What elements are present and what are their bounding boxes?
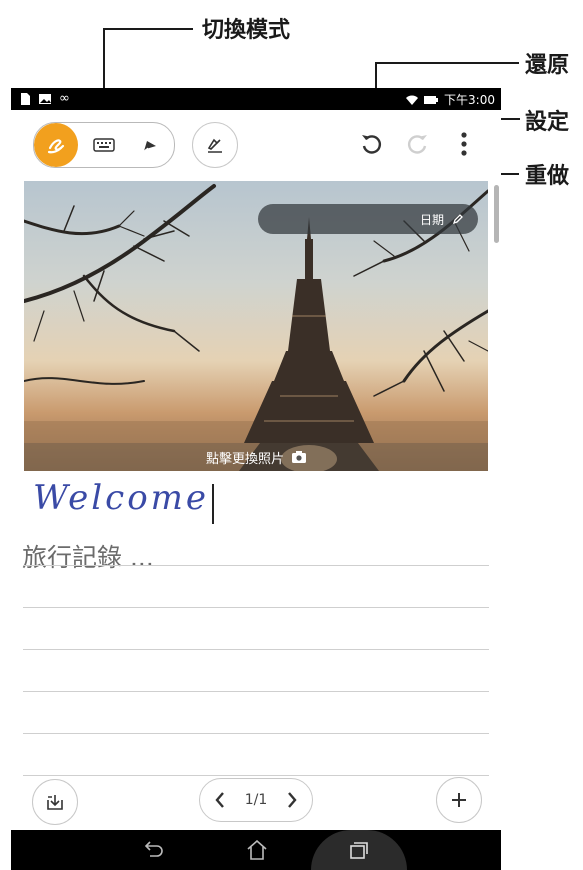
keyboard-icon — [93, 138, 115, 152]
date-label: 日期 — [419, 212, 444, 227]
device-screen: ∞ 下午3:00 日期 點擊更換照片 Welcome 旅行記錄 ... 1/1 — [11, 88, 501, 870]
infinity-icon: ∞ — [59, 91, 70, 106]
settings-callout: 設定 — [525, 110, 570, 135]
pen-icon — [143, 141, 156, 152]
keyboard-mode-button[interactable] — [82, 123, 126, 167]
page-navigator: 1/1 — [199, 778, 313, 822]
status-time: 下午3:00 — [444, 93, 495, 107]
camera-icon — [292, 451, 306, 463]
back-icon — [144, 841, 163, 857]
change-photo-label: 點擊更換照片 — [205, 451, 284, 467]
import-tray-icon — [47, 795, 63, 810]
switch-mode-leader-h — [103, 28, 193, 30]
page-indicator: 1/1 — [244, 792, 268, 808]
note-title-text[interactable]: 旅行記錄 ... — [22, 538, 154, 574]
ruled-line — [23, 733, 489, 734]
battery-icon — [424, 95, 439, 104]
undo-button[interactable] — [357, 129, 387, 159]
brush-style-icon — [207, 138, 222, 153]
text-cursor — [212, 484, 214, 524]
image-icon — [39, 93, 51, 104]
plus-icon — [452, 793, 466, 807]
pen-mode-button[interactable] — [128, 123, 172, 167]
pencil-icon — [452, 214, 463, 225]
date-field[interactable]: 日期 — [258, 204, 478, 234]
switch-mode-callout: 切換模式 — [202, 18, 291, 43]
ruled-line — [23, 607, 489, 608]
document-icon — [21, 92, 30, 105]
ruled-line — [23, 649, 489, 650]
redo-callout: 重做 — [525, 164, 570, 189]
recent-apps-button[interactable] — [329, 830, 389, 870]
more-vert-icon — [461, 132, 467, 156]
settings-menu-button[interactable] — [449, 129, 479, 159]
home-icon — [247, 840, 267, 860]
home-button[interactable] — [227, 830, 287, 870]
undo-icon — [362, 135, 381, 154]
handwriting-icon — [47, 139, 65, 154]
handwriting-mode-button[interactable] — [34, 123, 78, 167]
undo-leader-h — [375, 62, 519, 64]
ruled-line — [23, 691, 489, 692]
change-photo-bar[interactable]: 點擊更換照片 — [24, 443, 488, 471]
add-page-button[interactable] — [436, 777, 482, 823]
cover-photo[interactable]: 日期 點擊更換照片 — [24, 181, 488, 471]
undo-callout: 還原 — [525, 53, 570, 78]
ruled-line — [23, 565, 489, 566]
recent-apps-icon — [350, 842, 368, 859]
status-bar: ∞ 下午3:00 — [11, 88, 501, 110]
scrollbar[interactable] — [494, 185, 499, 243]
export-button[interactable] — [32, 779, 78, 825]
redo-button[interactable] — [402, 129, 432, 159]
next-page-icon[interactable] — [286, 791, 298, 809]
prev-page-icon[interactable] — [214, 791, 226, 809]
back-button[interactable] — [123, 830, 183, 870]
style-button[interactable] — [192, 122, 238, 168]
ruled-line — [23, 775, 489, 776]
handwritten-text[interactable]: Welcome — [33, 478, 209, 518]
redo-icon — [408, 135, 427, 154]
mode-switcher — [33, 122, 175, 168]
wifi-icon — [406, 95, 419, 105]
